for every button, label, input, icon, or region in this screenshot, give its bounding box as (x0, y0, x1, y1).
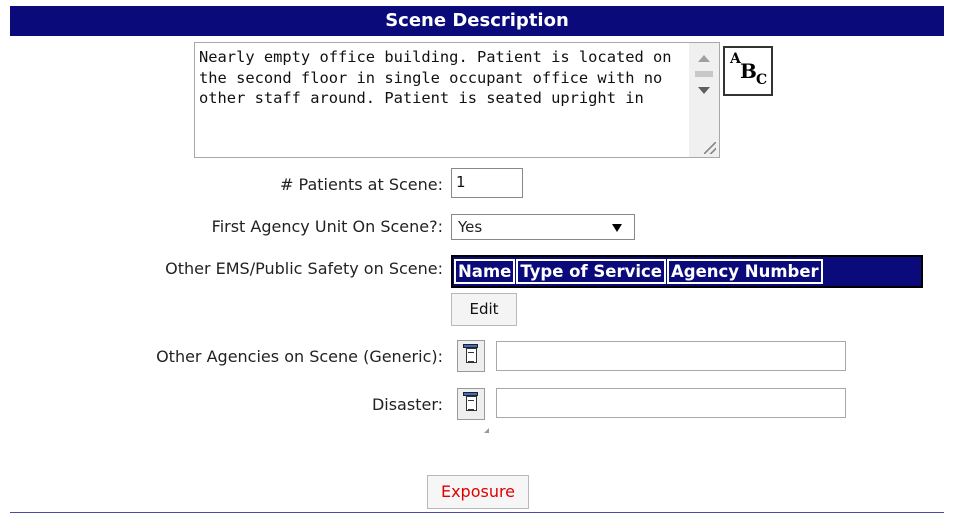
other-ems-label: Other EMS/Public Safety on Scene: (165, 259, 443, 278)
clipboard-icon (463, 392, 478, 411)
spellcheck-button[interactable]: A B C (723, 46, 773, 96)
scroll-thumb[interactable] (695, 71, 713, 77)
corner-mark-icon (484, 428, 489, 433)
first-agency-selected-value: Yes (458, 218, 483, 236)
clipboard-icon (463, 344, 478, 363)
dropdown-arrow-icon (612, 224, 622, 232)
patients-at-scene-label: # Patients at Scene: (280, 175, 443, 194)
scroll-down-icon[interactable] (698, 87, 710, 94)
scene-description-text[interactable]: Nearly empty office building. Patient is… (199, 47, 683, 155)
other-agencies-picker-button[interactable] (457, 340, 485, 372)
section-header: Scene Description (10, 6, 944, 36)
exposure-button[interactable]: Exposure (427, 475, 529, 509)
textarea-scrollbar[interactable] (689, 43, 719, 157)
disaster-label: Disaster: (371, 395, 443, 414)
first-agency-label: First Agency Unit On Scene?: (211, 217, 443, 236)
table-header-name: Name (454, 259, 516, 284)
first-agency-select[interactable]: Yes (451, 214, 635, 240)
spellcheck-letter-b: B (740, 59, 757, 83)
patients-at-scene-input[interactable]: 1 (451, 168, 523, 198)
scene-description-form: Scene Description Nearly empty office bu… (0, 0, 954, 516)
edit-button[interactable]: Edit (451, 293, 517, 326)
divider (10, 512, 944, 513)
other-ems-table: Name Type of Service Agency Number (451, 255, 923, 288)
resize-grip-icon[interactable] (704, 142, 716, 154)
other-agencies-label: Other Agencies on Scene (Generic): (156, 347, 443, 366)
spellcheck-letter-c: C (756, 72, 768, 88)
scene-description-textarea[interactable]: Nearly empty office building. Patient is… (194, 42, 720, 158)
other-agencies-input[interactable] (496, 341, 846, 371)
table-header-agency-number: Agency Number (666, 259, 823, 284)
scroll-up-icon[interactable] (698, 55, 710, 62)
disaster-input[interactable] (496, 388, 846, 418)
disaster-picker-button[interactable] (457, 388, 485, 420)
table-header-type-of-service: Type of Service (516, 259, 666, 284)
